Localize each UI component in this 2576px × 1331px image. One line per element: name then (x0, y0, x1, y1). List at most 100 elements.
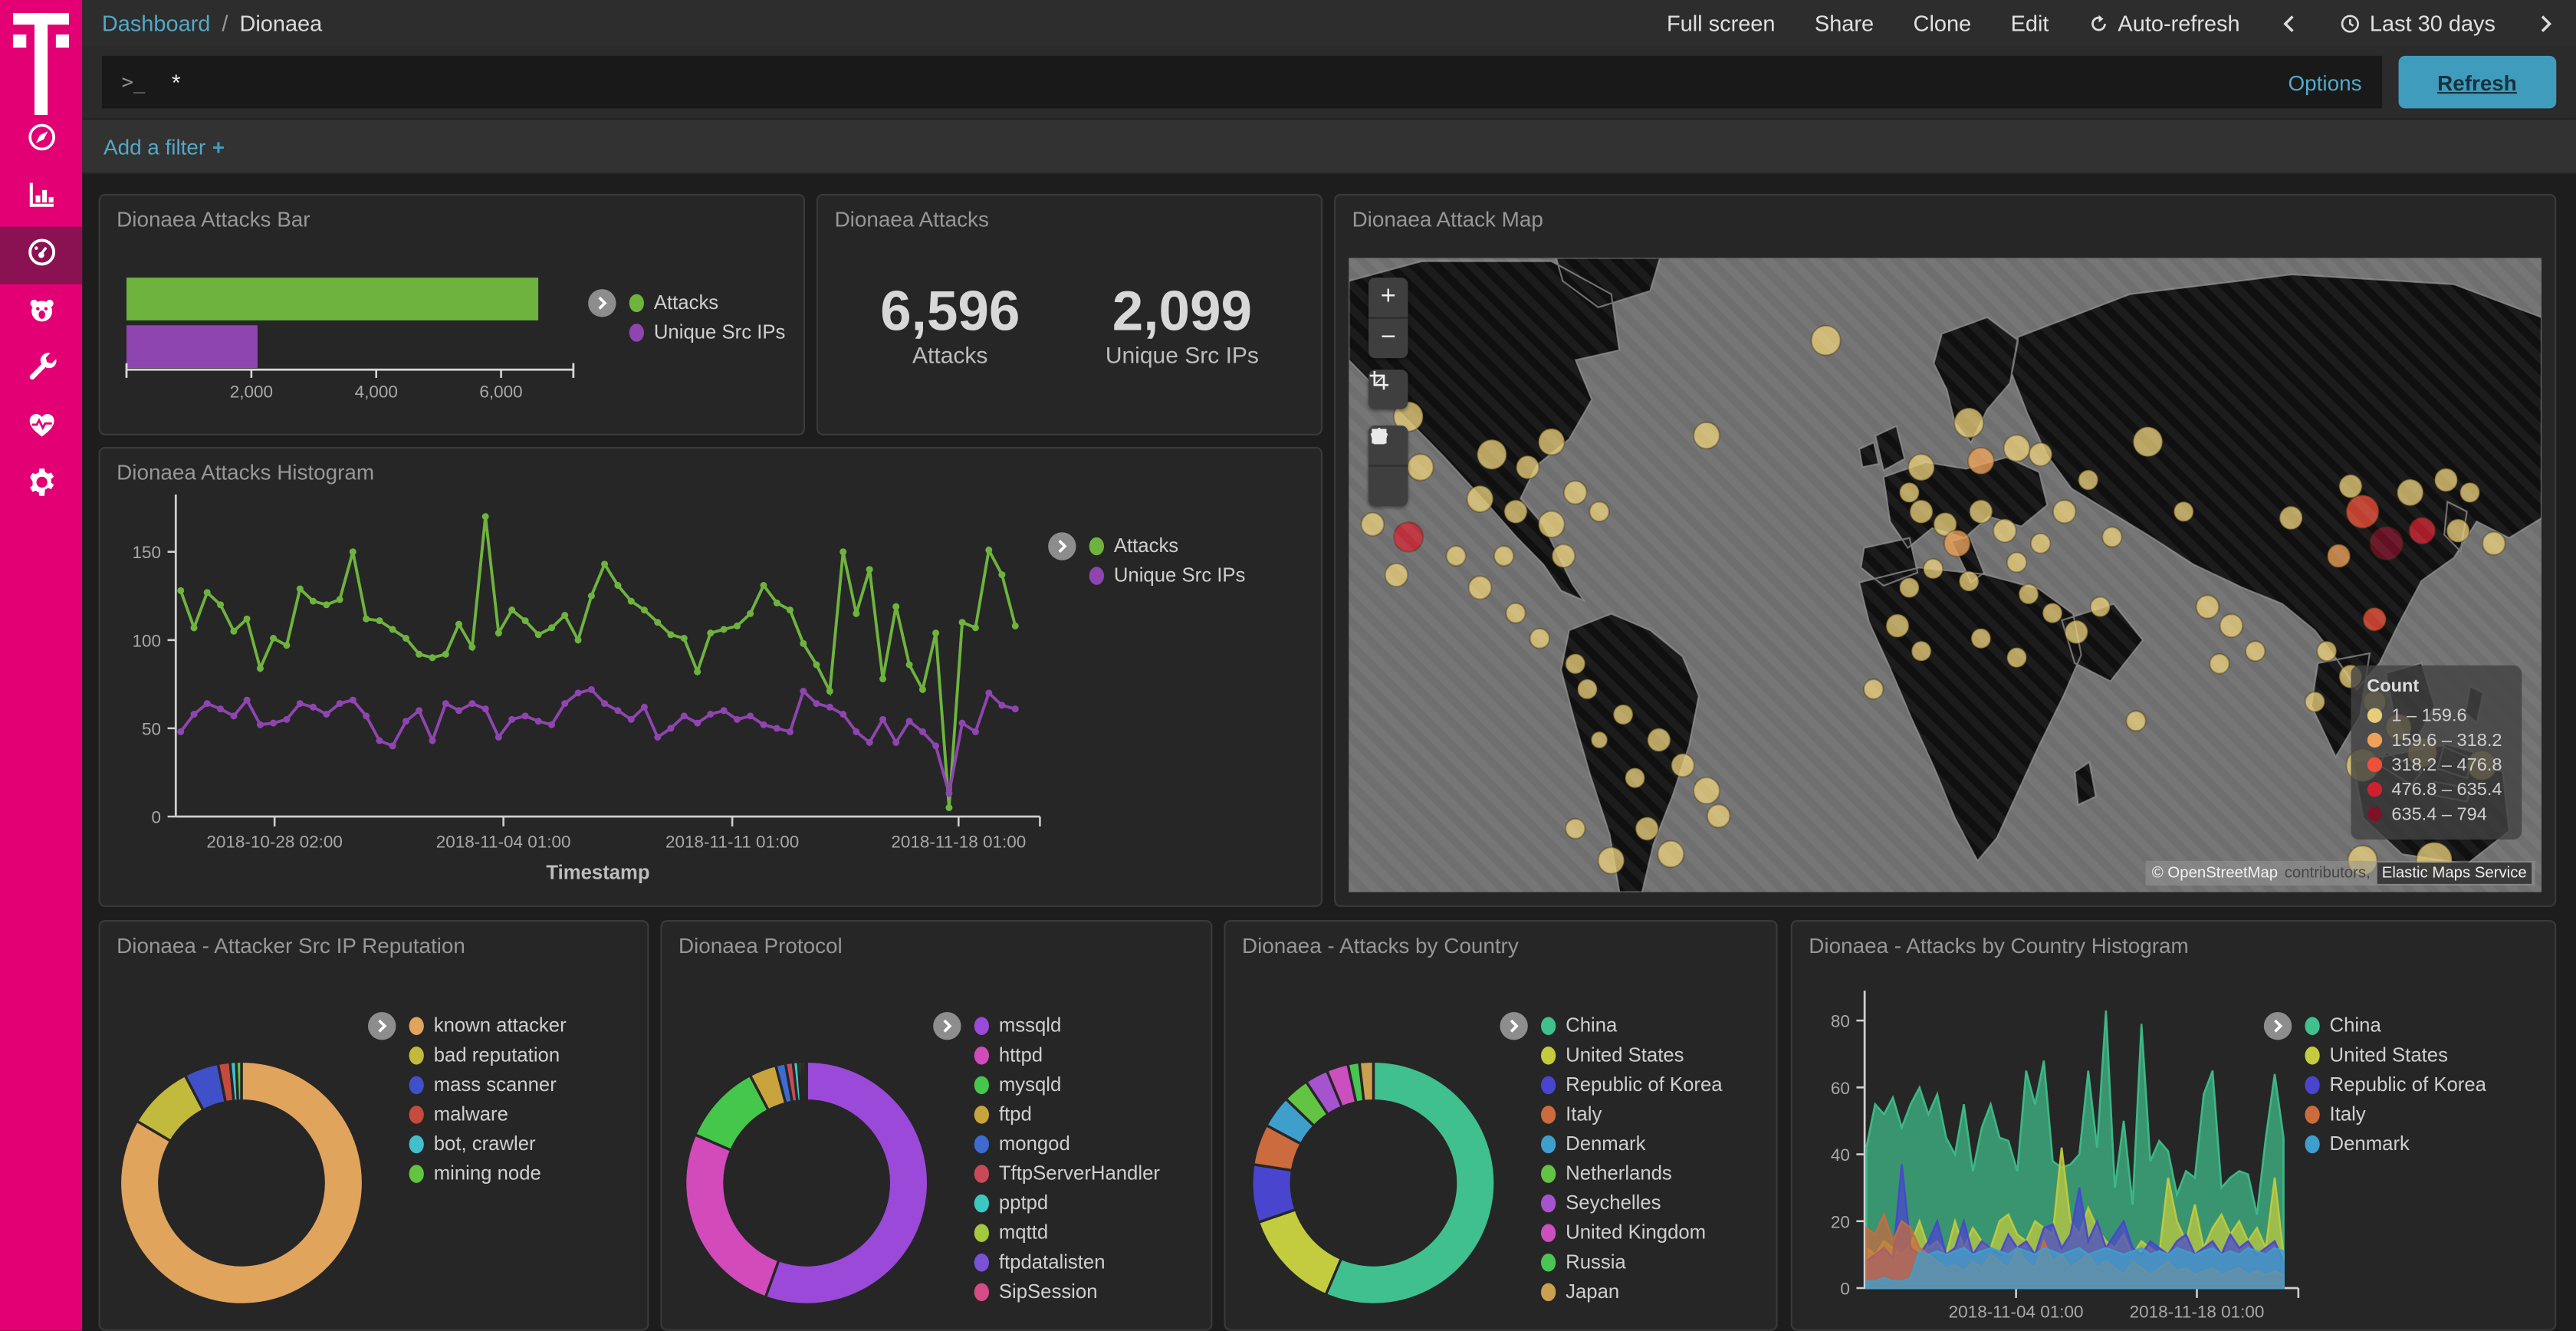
map-bubble[interactable] (1530, 629, 1549, 649)
nav-item-auto-refresh[interactable]: Auto-refresh (2088, 11, 2240, 35)
data-point[interactable] (813, 661, 820, 668)
data-point[interactable] (721, 626, 728, 633)
sidebar-item-discover[interactable] (0, 112, 82, 169)
legend-item[interactable]: Russia (1541, 1247, 1723, 1277)
nav-item-edit[interactable]: Edit (2011, 11, 2049, 35)
data-point[interactable] (535, 631, 542, 638)
map-bubble[interactable] (1910, 500, 1933, 523)
map-bubble[interactable] (2482, 532, 2505, 555)
map-bubble[interactable] (2065, 620, 2088, 643)
map-bubble[interactable] (1566, 819, 1585, 839)
zoom-in-button[interactable]: + (1368, 278, 1408, 317)
map-bubble[interactable] (1960, 571, 1979, 591)
legend-item[interactable]: bot, crawler (409, 1129, 567, 1158)
data-point[interactable] (548, 624, 555, 631)
legend-item[interactable]: mysqld (974, 1070, 1160, 1099)
donut-slice-SipSession[interactable] (804, 1061, 807, 1100)
map-bubble[interactable] (1954, 408, 1983, 438)
legend-item[interactable]: Unique Src IPs (629, 317, 786, 347)
map-bubble[interactable] (2328, 544, 2351, 567)
map-bubble[interactable] (1477, 439, 1506, 469)
data-point[interactable] (747, 610, 754, 617)
data-point[interactable] (270, 635, 277, 642)
data-point[interactable] (204, 700, 211, 707)
map-bubble[interactable] (2279, 506, 2302, 529)
data-point[interactable] (774, 600, 780, 606)
data-point[interactable] (522, 712, 529, 719)
data-point[interactable] (959, 720, 966, 727)
map-bubble[interactable] (1539, 429, 1565, 455)
data-point[interactable] (945, 804, 952, 811)
nav-item-time-range[interactable]: Last 30 days (2340, 11, 2496, 35)
data-point[interactable] (932, 629, 939, 636)
map-bubble[interactable] (2210, 654, 2229, 674)
data-point[interactable] (191, 624, 198, 631)
data-point[interactable] (879, 716, 886, 723)
map-bubble[interactable] (2091, 597, 2110, 617)
map-bubble[interactable] (1900, 482, 1919, 502)
data-point[interactable] (972, 728, 979, 735)
data-point[interactable] (787, 606, 794, 613)
data-point[interactable] (707, 629, 714, 636)
fit-bounds-button[interactable] (1368, 370, 1408, 409)
data-point[interactable] (204, 589, 211, 596)
data-point[interactable] (429, 737, 435, 744)
nav-item-share[interactable]: Share (1815, 11, 1874, 35)
data-point[interactable] (813, 700, 820, 707)
legend-item[interactable]: Unique Src IPs (1089, 560, 1246, 590)
data-point[interactable] (840, 711, 846, 718)
map-bubble[interactable] (2007, 648, 2026, 668)
map-bubble[interactable] (2460, 482, 2479, 502)
map-bubble[interactable] (1591, 731, 1607, 748)
map-bubble[interactable] (2134, 427, 2163, 457)
sidebar-item-timelion[interactable] (0, 284, 82, 342)
legend-item[interactable]: mining node (409, 1158, 567, 1188)
add-filter-button[interactable]: Add a filter+ (104, 134, 225, 159)
data-point[interactable] (628, 598, 635, 605)
data-point[interactable] (416, 651, 422, 658)
legend-item[interactable]: mssqld (974, 1011, 1160, 1040)
map-bubble[interactable] (1625, 768, 1644, 788)
map-bubble[interactable] (1385, 564, 1408, 587)
legend-item[interactable]: Denmark (1541, 1129, 1723, 1158)
data-point[interactable] (667, 725, 674, 731)
data-point[interactable] (787, 728, 794, 735)
data-point[interactable] (919, 728, 926, 735)
map-bubble[interactable] (1900, 578, 1919, 598)
legend-item[interactable]: mass scanner (409, 1070, 567, 1099)
data-point[interactable] (681, 712, 688, 719)
legend-item[interactable]: China (2305, 1011, 2486, 1040)
legend-item[interactable]: Republic of Korea (1541, 1070, 1723, 1099)
legend-expand-button[interactable] (368, 1012, 396, 1040)
zoom-out-button[interactable]: − (1368, 317, 1408, 359)
data-point[interactable] (1012, 623, 1019, 629)
donut-slice-httpd[interactable] (685, 1135, 779, 1297)
data-point[interactable] (323, 601, 330, 608)
legend-item[interactable]: malware (409, 1099, 567, 1129)
data-point[interactable] (297, 585, 304, 592)
map-bubble[interactable] (1924, 559, 1943, 579)
map-bubble[interactable] (1694, 777, 1720, 804)
data-point[interactable] (919, 686, 926, 693)
legend-item[interactable]: httpd (974, 1040, 1160, 1070)
data-point[interactable] (906, 718, 913, 725)
map-bubble[interactable] (2305, 692, 2325, 712)
legend-item[interactable]: bad reputation (409, 1040, 567, 1070)
data-point[interactable] (257, 665, 264, 672)
data-point[interactable] (866, 739, 873, 746)
data-point[interactable] (323, 711, 330, 718)
data-point[interactable] (191, 711, 198, 718)
map-bubble[interactable] (2339, 475, 2362, 498)
data-point[interactable] (654, 734, 661, 741)
data-point[interactable] (244, 616, 251, 623)
data-point[interactable] (350, 697, 356, 704)
data-point[interactable] (217, 601, 224, 608)
data-point[interactable] (800, 688, 807, 695)
data-point[interactable] (442, 651, 449, 658)
data-point[interactable] (892, 603, 899, 610)
data-point[interactable] (853, 610, 859, 617)
map-bubble[interactable] (1516, 455, 1539, 478)
data-point[interactable] (614, 707, 621, 714)
map-bubble[interactable] (1864, 679, 1883, 699)
data-point[interactable] (853, 728, 859, 735)
